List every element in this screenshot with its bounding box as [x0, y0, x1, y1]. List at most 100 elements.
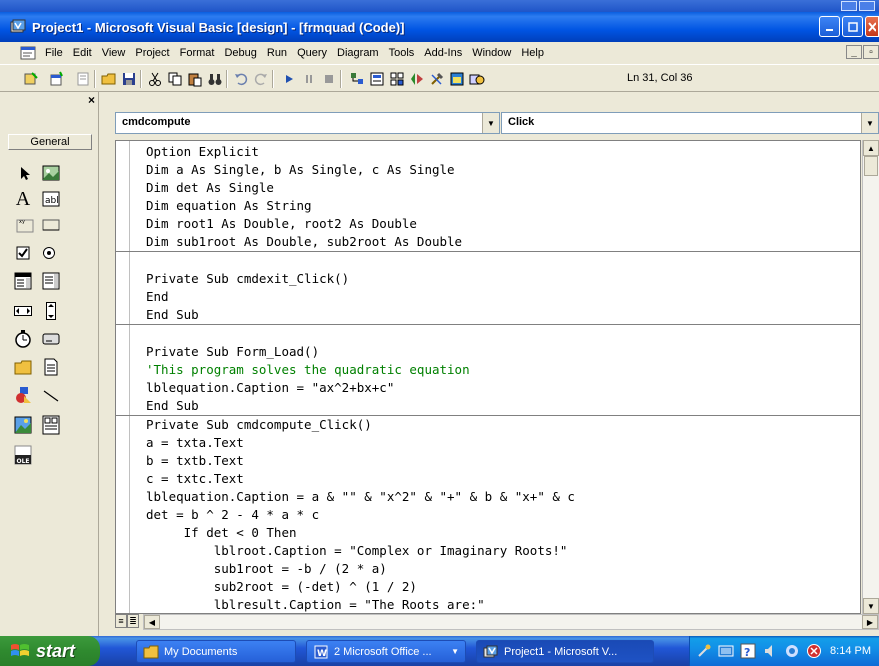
- code-line[interactable]: Dim root1 As Double, root2 As Double: [130, 215, 860, 233]
- full-module-view-button[interactable]: ≣: [127, 614, 139, 628]
- undo-button[interactable]: [232, 70, 250, 88]
- menu-project[interactable]: Project: [130, 47, 174, 59]
- scroll-up-button[interactable]: ▲: [863, 140, 879, 156]
- procedure-view-button[interactable]: ≡: [115, 614, 127, 628]
- menu-format[interactable]: Format: [175, 47, 220, 59]
- toolbox-close-button[interactable]: ×: [86, 94, 97, 106]
- menu-add-ins[interactable]: Add-Ins: [419, 47, 467, 59]
- code-line[interactable]: b = txtb.Text: [130, 452, 860, 470]
- mdi-minimize-button[interactable]: _: [846, 45, 862, 59]
- menu-editor-button[interactable]: [74, 70, 92, 88]
- paste-button[interactable]: [186, 70, 204, 88]
- code-line[interactable]: Dim sub1root As Double, sub2root As Doub…: [130, 233, 860, 251]
- tools-tray-icon[interactable]: [696, 643, 712, 659]
- hscrollbar-tool[interactable]: [12, 300, 34, 322]
- taskbar-item-my-documents[interactable]: My Documents: [136, 640, 296, 663]
- maximize-button[interactable]: [842, 16, 863, 37]
- code-line[interactable]: Dim equation As String: [130, 197, 860, 215]
- timer-tool[interactable]: [12, 328, 34, 350]
- picturebox-tool[interactable]: [40, 162, 62, 184]
- code-text-area[interactable]: Option Explicit Dim a As Single, b As Si…: [116, 143, 860, 613]
- add-form-button[interactable]: [48, 70, 66, 88]
- code-line[interactable]: det = b ^ 2 - 4 * a * c: [130, 506, 860, 524]
- mdi-restore-button[interactable]: ▫: [863, 45, 879, 59]
- network-tray-icon[interactable]: [718, 643, 734, 659]
- combobox-tool[interactable]: [12, 270, 34, 292]
- code-line[interactable]: [130, 325, 860, 343]
- code-line[interactable]: Option Explicit: [130, 143, 860, 161]
- drivelistbox-tool[interactable]: [40, 328, 62, 350]
- code-line[interactable]: sub1root = -b / (2 * a): [130, 560, 860, 578]
- code-line[interactable]: sub2root = (-det) ^ (1 / 2): [130, 578, 860, 596]
- line-tool[interactable]: [40, 384, 62, 406]
- menu-run[interactable]: Run: [262, 47, 292, 59]
- cut-button[interactable]: [146, 70, 164, 88]
- code-line[interactable]: Private Sub Form_Load(): [130, 343, 860, 361]
- image-tool[interactable]: [12, 414, 34, 436]
- code-line[interactable]: lblresult.Caption = "The Roots are:": [130, 596, 860, 613]
- scroll-down-button[interactable]: ▼: [863, 598, 879, 614]
- commandbutton-tool[interactable]: [40, 214, 62, 236]
- start-button[interactable]: start: [0, 636, 100, 666]
- code-editor[interactable]: Option Explicit Dim a As Single, b As Si…: [115, 140, 861, 614]
- speaker-tray-icon[interactable]: [762, 643, 778, 659]
- help-tray-icon[interactable]: ?: [740, 643, 756, 659]
- procedure-combobox[interactable]: Click ▼: [501, 112, 879, 134]
- project-explorer-button[interactable]: [348, 70, 366, 88]
- copy-button[interactable]: [166, 70, 184, 88]
- code-window-icon[interactable]: [20, 46, 36, 60]
- redo-button[interactable]: [252, 70, 270, 88]
- textbox-tool[interactable]: abl: [40, 188, 62, 210]
- menu-window[interactable]: Window: [467, 47, 516, 59]
- code-line[interactable]: If det < 0 Then: [130, 524, 860, 542]
- menu-help[interactable]: Help: [516, 47, 549, 59]
- vertical-scroll-thumb[interactable]: [864, 156, 878, 176]
- toolbox-general-tab[interactable]: General: [8, 134, 92, 150]
- save-project-button[interactable]: [120, 70, 138, 88]
- horizontal-scrollbar[interactable]: ◀ ▶: [143, 614, 879, 630]
- code-line[interactable]: Private Sub cmdexit_Click(): [130, 270, 860, 288]
- code-line[interactable]: End Sub: [130, 306, 860, 324]
- find-button[interactable]: [206, 70, 224, 88]
- object-combobox[interactable]: cmdcompute ▼: [115, 112, 500, 134]
- code-line[interactable]: Dim det As Single: [130, 179, 860, 197]
- code-line[interactable]: Dim a As Single, b As Single, c As Singl…: [130, 161, 860, 179]
- antivirus-tray-icon[interactable]: [784, 643, 800, 659]
- break-button[interactable]: [300, 70, 318, 88]
- scroll-left-button[interactable]: ◀: [144, 615, 160, 629]
- data-tool[interactable]: [40, 414, 62, 436]
- menu-query[interactable]: Query: [292, 47, 332, 59]
- checkbox-tool[interactable]: [12, 242, 34, 264]
- label-tool[interactable]: A: [12, 188, 34, 210]
- menu-file[interactable]: File: [40, 47, 68, 59]
- taskbar-item-project1[interactable]: Project1 - Microsoft V...: [476, 640, 654, 663]
- code-line[interactable]: Private Sub cmdcompute_Click(): [130, 416, 860, 434]
- frame-tool[interactable]: xy: [14, 214, 36, 236]
- object-browser-button[interactable]: [408, 70, 426, 88]
- menu-view[interactable]: View: [97, 47, 131, 59]
- vscrollbar-tool[interactable]: [40, 300, 62, 322]
- procedure-combobox-dropdown-button[interactable]: ▼: [861, 113, 878, 133]
- filelistbox-tool[interactable]: [40, 356, 62, 378]
- taskbar-item-office[interactable]: W 2 Microsoft Office ... ▼: [306, 640, 466, 663]
- optionbutton-tool[interactable]: [38, 242, 60, 264]
- code-margin[interactable]: [116, 141, 130, 613]
- start-button-run[interactable]: [280, 70, 298, 88]
- scroll-right-button[interactable]: ▶: [862, 615, 878, 629]
- code-line[interactable]: End: [130, 288, 860, 306]
- object-combobox-dropdown-button[interactable]: ▼: [482, 113, 499, 133]
- code-line[interactable]: a = txta.Text: [130, 434, 860, 452]
- dirlistbox-tool[interactable]: [12, 356, 34, 378]
- security-shield-tray-icon[interactable]: [806, 643, 822, 659]
- form-layout-button[interactable]: [388, 70, 406, 88]
- pointer-tool[interactable]: [14, 162, 36, 184]
- minimize-button[interactable]: [819, 16, 840, 37]
- visual-component-manager-button[interactable]: [468, 70, 486, 88]
- add-project-button[interactable]: [22, 70, 40, 88]
- shape-tool[interactable]: [12, 384, 34, 406]
- end-button[interactable]: [320, 70, 338, 88]
- menu-tools[interactable]: Tools: [384, 47, 420, 59]
- listbox-tool[interactable]: [40, 270, 62, 292]
- code-comment-line[interactable]: 'This program solves the quadratic equat…: [130, 361, 860, 379]
- code-line[interactable]: c = txtc.Text: [130, 470, 860, 488]
